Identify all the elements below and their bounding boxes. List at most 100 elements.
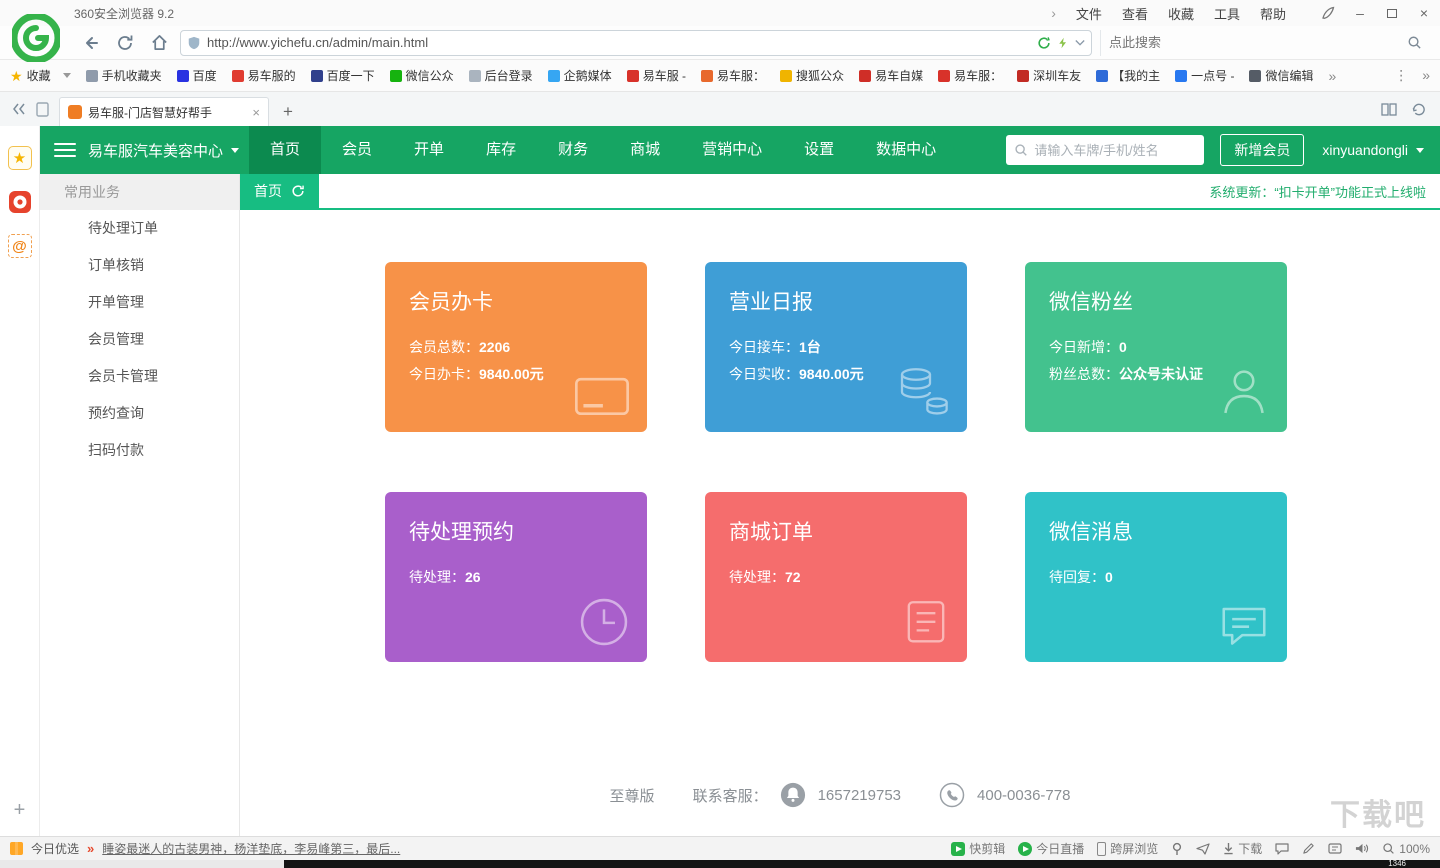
nav-inventory[interactable]: 库存 bbox=[465, 126, 537, 174]
nav-data-center[interactable]: 数据中心 bbox=[855, 126, 957, 174]
bookmark-item[interactable]: 搜狐公众 bbox=[780, 67, 844, 84]
address-bar[interactable] bbox=[180, 29, 1092, 56]
bookmark-item[interactable]: 一点号 - bbox=[1175, 67, 1234, 84]
card-mall-orders[interactable]: 商城订单 待处理：72 bbox=[705, 492, 967, 662]
search-icon[interactable] bbox=[1407, 35, 1422, 50]
menu-view[interactable]: 查看 bbox=[1122, 4, 1148, 23]
bookmark-item[interactable]: 易车服： bbox=[938, 67, 1002, 84]
refresh-icon[interactable] bbox=[291, 184, 305, 198]
quick-cut-tool[interactable]: 快剪辑 bbox=[951, 840, 1005, 857]
nav-mall[interactable]: 商城 bbox=[609, 126, 681, 174]
bookmarks-expand-icon[interactable]: » bbox=[1422, 67, 1430, 84]
bookmark-item[interactable]: 微信编辑 bbox=[1249, 67, 1313, 84]
maximize-button[interactable] bbox=[1376, 0, 1408, 26]
sidebar-item-order-verify[interactable]: 订单核销 bbox=[40, 247, 239, 284]
bookmark-item[interactable]: 易车服 - bbox=[626, 67, 686, 84]
new-tab-button[interactable]: + bbox=[275, 97, 301, 126]
bookmark-favorites-menu[interactable]: ★ 收藏 bbox=[10, 67, 71, 84]
member-search-input[interactable] bbox=[1034, 142, 1197, 158]
sidebar-item-member-manage[interactable]: 会员管理 bbox=[40, 321, 239, 358]
qq-number[interactable]: 1657219753 bbox=[818, 787, 901, 804]
card-daily-report[interactable]: 营业日报 今日接车：1台 今日实收：9840.00元 bbox=[705, 262, 967, 432]
member-search-box[interactable] bbox=[1006, 135, 1205, 165]
restore-session-icon[interactable] bbox=[1411, 102, 1426, 117]
skin-icon[interactable] bbox=[1312, 0, 1344, 26]
breadcrumb-tab-home[interactable]: 首页 bbox=[240, 174, 319, 208]
bookmark-item[interactable]: 企鹅媒体 bbox=[547, 67, 612, 84]
system-notice[interactable]: 系统更新：“扣卡开单”功能正式上线啦 bbox=[1209, 182, 1440, 201]
bookmark-item[interactable]: 手机收藏夹 bbox=[85, 67, 162, 84]
zoom-control[interactable]: 100% bbox=[1382, 842, 1430, 856]
menu-icon[interactable] bbox=[54, 143, 76, 157]
sidebar-item-booking-query[interactable]: 预约查询 bbox=[40, 395, 239, 432]
chevron-down-icon[interactable] bbox=[231, 147, 240, 153]
bookmark-item[interactable]: 微信公众 bbox=[389, 67, 454, 84]
download-manager[interactable]: 下载 bbox=[1223, 840, 1262, 857]
weibo-icon[interactable] bbox=[8, 190, 32, 214]
bookmarks-overflow-icon[interactable]: » bbox=[1328, 68, 1336, 84]
menu-expand-icon[interactable]: › bbox=[1051, 5, 1056, 21]
card-member-signup[interactable]: 会员办卡 会员总数：2206 今日办卡：9840.00元 bbox=[385, 262, 647, 432]
nav-settings[interactable]: 设置 bbox=[783, 126, 855, 174]
sidebar-item-billing-manage[interactable]: 开单管理 bbox=[40, 284, 239, 321]
close-button[interactable]: × bbox=[1408, 0, 1440, 26]
card-pending-bookings[interactable]: 待处理预约 待处理：26 bbox=[385, 492, 647, 662]
speaker-icon[interactable] bbox=[1355, 842, 1369, 855]
url-history-chevron-icon[interactable] bbox=[1075, 39, 1085, 47]
bookmark-item[interactable]: 深圳车友 bbox=[1017, 67, 1081, 84]
nav-members[interactable]: 会员 bbox=[321, 126, 393, 174]
home-icon[interactable] bbox=[146, 30, 172, 56]
send-icon[interactable] bbox=[1196, 842, 1210, 855]
sidebar-item-member-card[interactable]: 会员卡管理 bbox=[40, 358, 239, 395]
split-screen-icon[interactable] bbox=[1381, 102, 1397, 116]
daily-picks-label[interactable]: 今日优选 bbox=[31, 840, 79, 857]
url-input[interactable] bbox=[207, 35, 1031, 50]
browser-logo-icon[interactable] bbox=[12, 14, 60, 62]
menu-help[interactable]: 帮助 bbox=[1260, 4, 1286, 23]
qq-bell-icon[interactable] bbox=[780, 782, 806, 808]
live-tool[interactable]: 今日直播 bbox=[1018, 840, 1084, 857]
bookmark-item[interactable]: 百度一下 bbox=[310, 67, 375, 84]
service-phone-number[interactable]: 400-0036-778 bbox=[977, 787, 1070, 804]
bookmark-item[interactable]: 易车自媒 bbox=[859, 67, 923, 84]
favorites-panel-icon[interactable]: ★ bbox=[7, 146, 32, 170]
browser-search-input[interactable] bbox=[1109, 35, 1399, 50]
tab-close-icon[interactable]: × bbox=[252, 105, 260, 120]
pin-icon[interactable] bbox=[1171, 842, 1183, 856]
bookmark-item[interactable]: 百度 bbox=[176, 67, 217, 84]
cross-screen-tool[interactable]: 跨屏浏览 bbox=[1097, 840, 1158, 857]
add-member-button[interactable]: 新增会员 bbox=[1220, 134, 1305, 166]
bookmarks-menu-dots-icon[interactable]: ⋮ bbox=[1394, 67, 1408, 84]
minimize-button[interactable]: – bbox=[1344, 0, 1376, 26]
sidebar-item-scan-pay[interactable]: 扫码付款 bbox=[40, 432, 239, 469]
bookmark-item[interactable]: 易车服： bbox=[701, 67, 765, 84]
add-panel-icon[interactable]: + bbox=[14, 799, 26, 822]
mention-panel-icon[interactable]: @ bbox=[7, 234, 32, 258]
bookmark-item[interactable]: 易车服的 bbox=[231, 67, 296, 84]
user-menu[interactable]: xinyuandongli bbox=[1322, 142, 1424, 158]
card-wechat-messages[interactable]: 微信消息 待回复：0 bbox=[1025, 492, 1287, 662]
bookmark-item[interactable]: 【我的主 bbox=[1096, 67, 1160, 84]
nav-marketing[interactable]: 营销中心 bbox=[681, 126, 783, 174]
bookmark-item[interactable]: 后台登录 bbox=[468, 67, 533, 84]
back-icon[interactable] bbox=[78, 30, 104, 56]
card-wechat-fans[interactable]: 微信粉丝 今日新增：0 粉丝总数：公众号未认证 bbox=[1025, 262, 1287, 432]
sidebar-item-pending-orders[interactable]: 待处理订单 bbox=[40, 210, 239, 247]
speed-mode-icon[interactable] bbox=[1057, 36, 1069, 50]
boss-key-icon[interactable] bbox=[1328, 843, 1342, 854]
refresh-icon[interactable] bbox=[112, 30, 138, 56]
nav-billing[interactable]: 开单 bbox=[393, 126, 465, 174]
note-pen-icon[interactable] bbox=[1302, 842, 1315, 855]
browser-search-box[interactable] bbox=[1100, 29, 1430, 56]
menu-file[interactable]: 文件 bbox=[1076, 4, 1102, 23]
no-trace-icon[interactable] bbox=[1037, 36, 1051, 50]
nav-finance[interactable]: 财务 bbox=[537, 126, 609, 174]
store-name[interactable]: 易车服汽车美容中心 bbox=[88, 140, 223, 161]
tab-scroll-left-icon[interactable] bbox=[12, 103, 26, 115]
menu-tools[interactable]: 工具 bbox=[1214, 4, 1240, 23]
menu-favorites[interactable]: 收藏 bbox=[1168, 4, 1194, 23]
browser-tab[interactable]: 易车服-门店智慧好帮手 × bbox=[59, 97, 269, 126]
news-ticker-link[interactable]: 睡姿最迷人的古装男神，杨洋垫底，李易峰第三，最后... bbox=[102, 840, 400, 857]
feedback-bubble-icon[interactable] bbox=[1275, 842, 1289, 855]
nav-home[interactable]: 首页 bbox=[249, 126, 322, 174]
